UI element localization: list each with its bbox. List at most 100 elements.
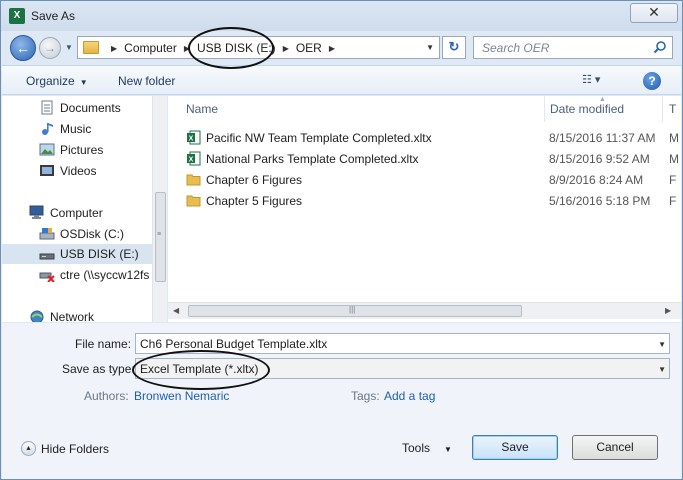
- refresh-button[interactable]: ↻: [442, 36, 466, 59]
- sidebar-item-label: Pictures: [60, 143, 104, 157]
- save-as-type-select[interactable]: Excel Template (*.xltx) ▼: [135, 358, 670, 379]
- excel-template-icon: X: [187, 130, 201, 145]
- recent-locations-chevron-icon[interactable]: ▼: [65, 43, 73, 52]
- new-folder-button[interactable]: New folder: [118, 74, 175, 88]
- tags-label: Tags:: [351, 389, 380, 403]
- breadcrumb-arrow-icon[interactable]: ▶: [111, 44, 117, 53]
- address-dropdown-icon[interactable]: ▼: [426, 43, 434, 52]
- sidebar-item-computer[interactable]: Computer: [2, 203, 152, 223]
- save-as-dialog: X Save As ✕ ← → ▼ ▶ Computer ▶ USB DISK (E:…: [0, 0, 683, 480]
- sidebar-item-network-drive[interactable]: ctre (\\syccw12fs: [2, 265, 152, 285]
- help-icon[interactable]: ?: [643, 72, 661, 90]
- file-date: 8/15/2016 9:52 AM: [549, 152, 650, 166]
- file-row[interactable]: Chapter 6 Figures 8/9/2016 8:24 AM F: [168, 169, 681, 190]
- back-button[interactable]: ←: [10, 35, 36, 61]
- folder-icon: [83, 41, 99, 54]
- sidebar-item-label: Documents: [60, 101, 121, 115]
- breadcrumb-usb-disk[interactable]: USB DISK (E:): [197, 41, 276, 55]
- file-name-field[interactable]: Ch6 Personal Budget Template.xltx ▼: [135, 333, 670, 354]
- column-header-name[interactable]: Name: [186, 102, 218, 116]
- file-row[interactable]: X National Parks Template Completed.xltx…: [168, 148, 681, 169]
- sidebar-scroll-thumb[interactable]: ≡: [155, 192, 166, 282]
- tools-menu-button[interactable]: Tools ▼: [402, 441, 452, 455]
- address-bar[interactable]: ▶ Computer ▶ USB DISK (E:) ▶ OER ▶ ▼: [77, 36, 440, 59]
- search-placeholder: Search OER: [482, 41, 550, 55]
- sidebar-item-osdisk[interactable]: OSDisk (C:): [2, 224, 152, 244]
- close-button[interactable]: ✕: [630, 3, 678, 23]
- command-toolbar: Organize ▼ New folder ☷ ▾ ?: [2, 65, 681, 95]
- tools-label: Tools: [402, 441, 431, 455]
- folder-icon: [186, 195, 201, 207]
- sidebar-item-label: ctre (\\syccw12fs: [60, 268, 150, 282]
- file-type: F: [669, 194, 677, 208]
- sidebar-scrollbar[interactable]: ≡: [152, 96, 167, 322]
- chevron-down-icon[interactable]: ▼: [658, 365, 666, 374]
- column-divider[interactable]: [662, 96, 663, 122]
- organize-button[interactable]: Organize ▼: [26, 74, 88, 88]
- file-date: 8/15/2016 11:37 AM: [549, 131, 656, 145]
- file-type: M: [669, 152, 679, 166]
- sidebar-item-usb-disk[interactable]: USB DISK (E:): [2, 244, 152, 264]
- sidebar-item-label: Network: [50, 310, 95, 322]
- sidebar-item-label: Music: [60, 122, 92, 136]
- title-bar: X Save As ✕: [1, 1, 682, 31]
- file-name-label: File name:: [75, 337, 132, 351]
- column-divider[interactable]: [544, 96, 545, 122]
- breadcrumb: ▶ Computer ▶ USB DISK (E:) ▶ OER ▶: [104, 41, 342, 55]
- navigation-bar: ← → ▼ ▶ Computer ▶ USB DISK (E:) ▶ OER ▶ ▼ ↻ S…: [1, 31, 682, 63]
- file-type: M: [669, 131, 679, 145]
- column-header-type[interactable]: T: [669, 102, 676, 116]
- cancel-button[interactable]: Cancel: [572, 435, 658, 460]
- column-header-date-modified[interactable]: Date modified: [550, 102, 624, 116]
- window-title: Save As: [31, 9, 76, 23]
- save-as-type-value: Excel Template (*.xltx): [140, 362, 259, 376]
- sidebar-item-videos[interactable]: Videos: [2, 161, 152, 181]
- sidebar-item-label: OSDisk (C:): [60, 227, 124, 241]
- scroll-right-icon[interactable]: ▶: [665, 306, 671, 315]
- breadcrumb-oer[interactable]: OER: [296, 41, 322, 55]
- network-icon: [30, 310, 44, 322]
- authors-value[interactable]: Bronwen Nemaric: [134, 389, 229, 403]
- save-as-type-label: Save as type:: [62, 362, 135, 376]
- disk-icon: [39, 228, 55, 240]
- network-drive-icon: [39, 272, 55, 282]
- sidebar-item-label: USB DISK (E:): [60, 247, 139, 261]
- file-name: Chapter 6 Figures: [206, 173, 303, 187]
- file-row[interactable]: X Pacific NW Team Template Completed.xlt…: [168, 127, 681, 148]
- svg-text:X: X: [189, 136, 194, 143]
- organize-label: Organize: [26, 74, 75, 88]
- breadcrumb-arrow-icon[interactable]: ▶: [329, 44, 335, 53]
- file-name: Chapter 5 Figures: [206, 194, 303, 208]
- sidebar-item-pictures[interactable]: Pictures: [2, 140, 152, 160]
- change-view-icon[interactable]: ☷ ▾: [582, 73, 618, 89]
- breadcrumb-arrow-icon[interactable]: ▶: [283, 44, 289, 53]
- file-type: F: [669, 173, 677, 187]
- file-list: ▲ Name Date modified T X Pacific NW Team…: [168, 96, 681, 322]
- documents-icon: [41, 100, 53, 115]
- grip-icon: |||: [349, 305, 356, 314]
- chevron-down-icon[interactable]: ▼: [658, 340, 666, 349]
- save-button[interactable]: Save: [472, 435, 558, 460]
- search-icon[interactable]: [653, 40, 667, 54]
- usb-drive-icon: [39, 253, 55, 260]
- breadcrumb-computer[interactable]: Computer: [124, 41, 177, 55]
- pictures-icon: [39, 143, 55, 156]
- sidebar-item-music[interactable]: Music: [2, 119, 152, 139]
- scroll-left-icon[interactable]: ◀: [173, 306, 179, 315]
- file-row[interactable]: Chapter 5 Figures 5/16/2016 5:18 PM F: [168, 190, 681, 211]
- forward-button[interactable]: →: [39, 37, 61, 59]
- file-date: 5/16/2016 5:18 PM: [549, 194, 651, 208]
- file-date: 8/9/2016 8:24 AM: [549, 173, 644, 187]
- sidebar-item-label: Videos: [60, 164, 97, 178]
- breadcrumb-arrow-icon[interactable]: ▶: [184, 44, 190, 53]
- hide-folders-button[interactable]: ▲ Hide Folders: [21, 441, 109, 457]
- file-list-horizontal-scrollbar[interactable]: ◀ ||| ▶: [168, 302, 681, 319]
- add-tag-link[interactable]: Add a tag: [384, 389, 435, 403]
- file-name-value: Ch6 Personal Budget Template.xltx: [140, 337, 328, 351]
- sidebar-item-network[interactable]: Network: [2, 307, 152, 322]
- sidebar-item-documents[interactable]: Documents: [2, 98, 152, 118]
- navigation-pane: Documents Music Pictures Videos Computer…: [2, 96, 167, 322]
- search-input[interactable]: Search OER: [473, 36, 673, 59]
- horizontal-scroll-thumb[interactable]: |||: [188, 305, 522, 317]
- column-headers: ▲ Name Date modified T: [168, 96, 681, 122]
